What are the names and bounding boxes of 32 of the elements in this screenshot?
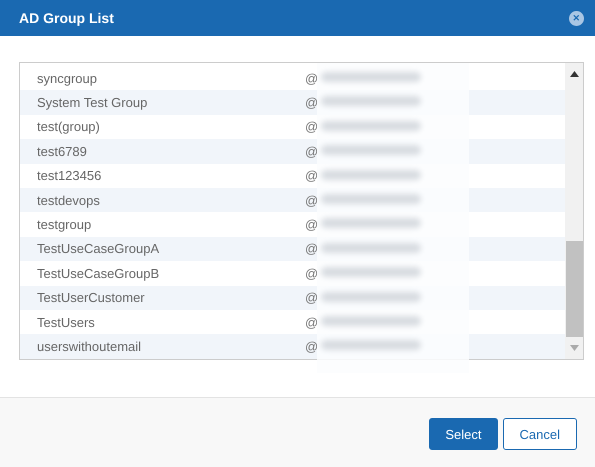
scroll-up-icon[interactable] — [570, 71, 578, 77]
scroll-down-icon[interactable] — [570, 345, 578, 351]
group-email: @ — [305, 266, 318, 281]
group-email: @ — [305, 338, 318, 354]
group-email: @ — [305, 192, 318, 208]
group-email: @ — [305, 119, 318, 134]
group-name: userswithoutemail — [37, 338, 142, 354]
group-name: TestUsers — [37, 314, 96, 330]
group-email: @ — [305, 95, 318, 110]
cancel-button[interactable]: Cancel — [502, 418, 577, 450]
group-name: TestUseCaseGroupA — [37, 241, 160, 256]
group-name: syncgroup — [37, 70, 98, 86]
group-email: @ — [305, 241, 318, 256]
group-name: testdevops — [37, 192, 101, 208]
scroll-thumb[interactable] — [566, 241, 582, 337]
group-name: TestUseCaseGroupB — [37, 266, 160, 281]
group-email: @ — [305, 217, 318, 232]
group-email: @ — [305, 314, 318, 330]
group-email: @ — [305, 144, 318, 159]
close-button[interactable]: ✕ — [569, 10, 584, 26]
window-title: AD Group List — [19, 10, 114, 26]
group-name: test6789 — [37, 144, 88, 159]
group-email: @ — [305, 70, 318, 86]
group-email: @ — [305, 168, 318, 184]
group-name: test123456 — [37, 168, 102, 184]
scrollbar[interactable] — [565, 63, 583, 359]
group-name: test(group) — [37, 119, 101, 134]
group-name: TestUserCustomer — [37, 290, 146, 306]
group-email: @ — [305, 290, 318, 306]
group-name: testgroup — [37, 217, 92, 232]
select-button[interactable]: Select — [429, 418, 498, 450]
group-name: System Test Group — [37, 95, 148, 110]
